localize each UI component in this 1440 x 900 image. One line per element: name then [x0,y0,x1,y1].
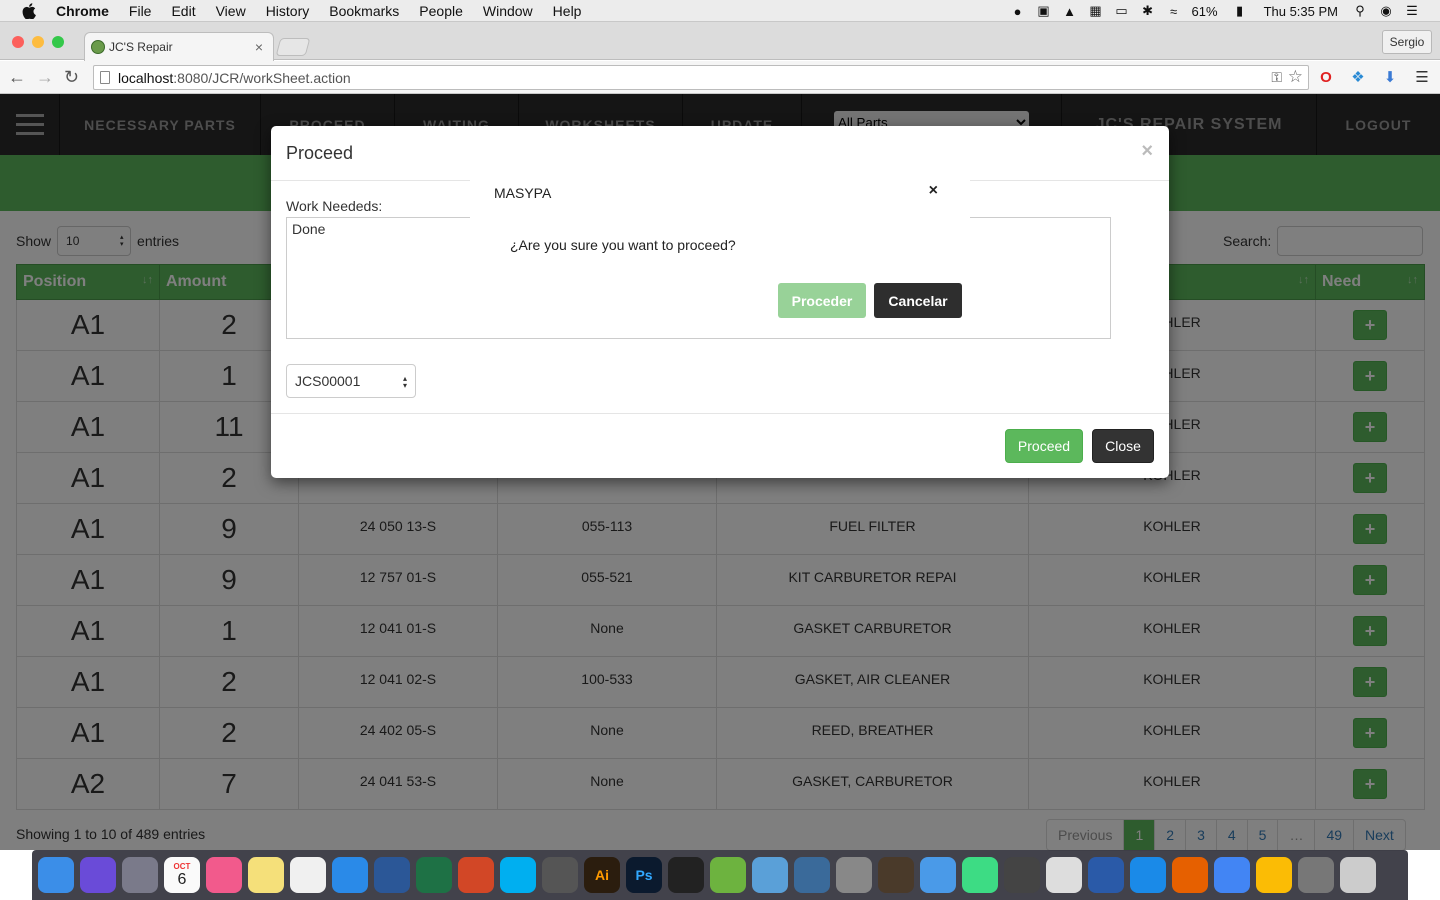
close-window-icon[interactable] [12,36,24,48]
notification-center-icon[interactable]: ☰ [1404,3,1420,18]
modal-footer-divider [271,413,1169,414]
browser-tab[interactable]: JC'S Repair × [84,32,274,61]
drive-sync-icon[interactable]: ▲ [1062,4,1078,19]
profile-button[interactable]: Sergio [1382,30,1432,54]
chrome-menu-icon[interactable]: ☰ [1413,68,1431,86]
confirm-proceder-button[interactable]: Proceder [778,283,866,318]
close-button[interactable]: Close [1092,429,1154,463]
calendar-icon[interactable]: OCT 6 [164,857,200,893]
tool-icon[interactable] [1004,857,1040,893]
finder-icon[interactable] [38,857,74,893]
battery-icon[interactable]: ▮ [1232,3,1248,18]
zoom-window-icon[interactable] [52,36,64,48]
spring-icon[interactable] [710,857,746,893]
launchpad-icon[interactable] [122,857,158,893]
chrome-icon[interactable] [1214,857,1250,893]
key-icon[interactable]: ⚿ [1271,69,1282,86]
bluetooth-icon[interactable]: ✱ [1140,3,1156,18]
siri-menu-icon[interactable]: ◉ [1378,3,1394,18]
menu-people[interactable]: People [419,3,463,19]
virtualbox-icon[interactable] [752,857,788,893]
page-icon [100,71,110,84]
sequelpro-icon[interactable] [836,857,872,893]
android-studio-icon[interactable] [962,857,998,893]
photoshop-icon[interactable]: Ps [626,857,662,893]
itunes-icon[interactable] [206,857,242,893]
netbeans-icon[interactable] [1088,857,1124,893]
tab-close-icon[interactable]: × [255,39,263,55]
wifi-icon[interactable]: ≈ [1166,4,1182,19]
extension-icon[interactable]: ❖ [1349,68,1367,86]
menu-app-name[interactable]: Chrome [56,3,109,19]
confirm-dialog-title: MASYPA [494,185,552,201]
back-icon[interactable]: ← [8,67,26,88]
menu-view[interactable]: View [216,3,246,19]
menu-help[interactable]: Help [553,3,582,19]
illustrator-icon[interactable]: Ai [584,857,620,893]
xcode-icon[interactable] [920,857,956,893]
notes-icon[interactable] [248,857,284,893]
display-icon[interactable]: ▣ [1036,3,1052,18]
word-icon[interactable] [374,857,410,893]
confirm-close-icon[interactable]: × [929,182,938,200]
favicon-icon [91,40,105,54]
calendar-month: OCT [173,861,191,871]
instruments-icon[interactable] [542,857,578,893]
drive-icon[interactable] [1256,857,1292,893]
bookmark-star-icon[interactable]: ☆ [1288,67,1303,87]
battery-percent[interactable]: 61% [1192,4,1218,19]
reload-icon[interactable]: ↻ [64,67,79,88]
proceed-button[interactable]: Proceed [1005,429,1083,463]
address-bar[interactable]: localhost:8080/JCR/workSheet.action ⚿ ☆ [93,65,1309,90]
terminal-icon[interactable] [668,857,704,893]
new-tab-button[interactable] [275,38,311,56]
confirm-dialog: MASYPA × ¿Are you sure you want to proce… [470,167,970,326]
airplay-icon[interactable]: ▭ [1114,3,1130,18]
mac-menu-bar: Chrome File Edit View History Bookmarks … [0,0,1440,22]
proceed-modal-close-icon[interactable]: × [1141,140,1153,163]
textedit-icon[interactable] [290,857,326,893]
skype-icon[interactable] [500,857,536,893]
safari-icon[interactable] [1130,857,1166,893]
preview-icon[interactable] [1046,857,1082,893]
creative-cloud-icon[interactable]: ● [1010,4,1026,19]
menu-window[interactable]: Window [483,3,533,19]
spotlight-icon[interactable]: ⚲ [1352,3,1368,18]
appstore-icon[interactable] [332,857,368,893]
menu-bookmarks[interactable]: Bookmarks [329,3,399,19]
apple-icon[interactable] [20,2,38,19]
menu-file[interactable]: File [129,3,152,19]
worksheet-select[interactable]: JCS00001 [286,364,416,398]
sublime-icon[interactable] [878,857,914,893]
calendar-day: 6 [177,870,187,888]
mysql-icon[interactable] [794,857,830,893]
menu-history[interactable]: History [266,3,310,19]
browser-toolbar: ← → ↻ localhost:8080/JCR/workSheet.actio… [0,61,1440,94]
siri-icon[interactable] [80,857,116,893]
menu-edit[interactable]: Edit [171,3,195,19]
settings-icon[interactable] [1298,857,1334,893]
proceed-modal-title: Proceed [286,143,354,163]
forward-icon[interactable]: → [36,67,54,88]
clock[interactable]: Thu 5:35 PM [1264,4,1338,19]
excel-icon[interactable] [416,857,452,893]
trash-icon[interactable] [1340,857,1376,893]
opera-icon[interactable]: O [1317,68,1335,86]
powerpoint-icon[interactable] [458,857,494,893]
confirm-cancelar-button[interactable]: Cancelar [874,283,962,318]
work-needed-label: Work Neededs: [286,198,383,214]
url-host: localhost [118,69,174,86]
firefox-icon[interactable] [1172,857,1208,893]
dock: OCT 6 Ai Ps [32,850,1408,900]
minimize-window-icon[interactable] [32,36,44,48]
download-icon[interactable]: ⬇ [1381,68,1399,86]
url-path: :8080/JCR/workSheet.action [173,69,351,86]
confirm-question: ¿Are you sure you want to proceed? [510,237,736,253]
tab-title: JC'S Repair [109,40,173,54]
tiles-icon[interactable]: ▦ [1088,3,1104,18]
